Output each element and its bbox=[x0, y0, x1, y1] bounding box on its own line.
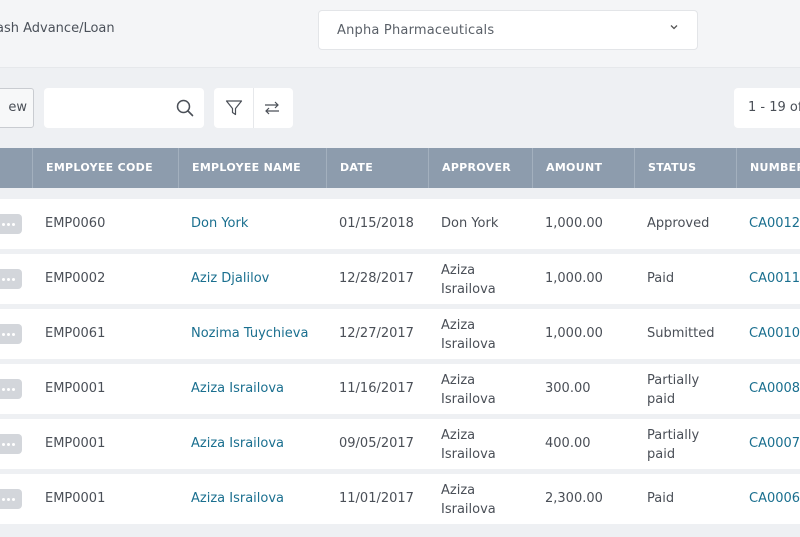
approver: Don York bbox=[441, 216, 499, 231]
toolbar-divider bbox=[253, 88, 254, 128]
amount: 1,000.00 bbox=[545, 326, 603, 341]
date: 12/27/2017 bbox=[339, 326, 414, 341]
search-box bbox=[44, 88, 204, 128]
table-row[interactable]: EMP0001 Aziza Israilova 11/16/2017 Aziza… bbox=[0, 364, 800, 414]
table-row[interactable]: EMP0002 Aziz Djalilov 12/28/2017 Aziza I… bbox=[0, 254, 800, 304]
employee-code: EMP0001 bbox=[45, 491, 106, 506]
company-select[interactable]: Anpha Pharmaceuticals bbox=[318, 10, 698, 50]
new-button[interactable]: ew bbox=[0, 88, 34, 128]
column-amount[interactable]: AMOUNT bbox=[532, 148, 634, 188]
employee-code: EMP0001 bbox=[45, 381, 106, 396]
date: 09/05/2017 bbox=[339, 436, 414, 451]
table-header: EMPLOYEE CODE EMPLOYEE NAME DATE APPROVE… bbox=[0, 148, 800, 188]
employee-name-link[interactable]: Don York bbox=[191, 216, 248, 231]
swap-icon[interactable] bbox=[263, 99, 281, 117]
date: 01/15/2018 bbox=[339, 216, 414, 231]
date: 11/16/2017 bbox=[339, 381, 414, 396]
date: 11/01/2017 bbox=[339, 491, 414, 506]
employee-code: EMP0061 bbox=[45, 326, 106, 341]
employee-name-link[interactable]: Aziza Israilova bbox=[191, 491, 284, 506]
row-menu-button[interactable] bbox=[0, 269, 22, 289]
toolbar: ew 1 - 19 of 1 bbox=[0, 68, 800, 148]
amount: 2,300.00 bbox=[545, 491, 603, 506]
status: Submitted bbox=[647, 326, 715, 341]
row-menu-button[interactable] bbox=[0, 489, 22, 509]
approver: Aziza Israilova bbox=[441, 263, 496, 297]
employee-code: EMP0002 bbox=[45, 271, 106, 286]
date: 12/28/2017 bbox=[339, 271, 414, 286]
number-link[interactable]: CA0008 bbox=[749, 381, 800, 396]
table-row[interactable]: EMP0001 Aziza Israilova 09/05/2017 Aziza… bbox=[0, 419, 800, 469]
column-employee-name[interactable]: EMPLOYEE NAME bbox=[178, 148, 326, 188]
row-menu-button[interactable] bbox=[0, 214, 22, 234]
employee-name-link[interactable]: Nozima Tuychieva bbox=[191, 326, 308, 341]
amount: 300.00 bbox=[545, 381, 591, 396]
column-status[interactable]: STATUS bbox=[634, 148, 736, 188]
amount: 400.00 bbox=[545, 436, 591, 451]
employee-code: EMP0060 bbox=[45, 216, 106, 231]
pagination-text: 1 - 19 of 1 bbox=[748, 100, 800, 115]
row-menu-button[interactable] bbox=[0, 324, 22, 344]
company-select-value: Anpha Pharmaceuticals bbox=[337, 23, 495, 38]
column-number[interactable]: NUMBER bbox=[736, 148, 800, 188]
amount: 1,000.00 bbox=[545, 216, 603, 231]
approver: Aziza Israilova bbox=[441, 428, 496, 462]
table-row[interactable]: EMP0001 Aziza Israilova 11/01/2017 Aziza… bbox=[0, 474, 800, 524]
employee-name-link[interactable]: Aziz Djalilov bbox=[191, 271, 269, 286]
status: Approved bbox=[647, 216, 710, 231]
table-row[interactable]: EMP0061 Nozima Tuychieva 12/27/2017 Aziz… bbox=[0, 309, 800, 359]
search-icon[interactable] bbox=[176, 99, 194, 117]
list-tools bbox=[214, 88, 293, 128]
status: Paid bbox=[647, 271, 675, 286]
number-link[interactable]: CA0012 bbox=[749, 216, 800, 231]
status: Partially paid bbox=[647, 373, 700, 407]
row-menu-button[interactable] bbox=[0, 379, 22, 399]
number-link[interactable]: CA0010 bbox=[749, 326, 800, 341]
column-date[interactable]: DATE bbox=[326, 148, 428, 188]
status: Partially paid bbox=[647, 428, 700, 462]
approver: Aziza Israilova bbox=[441, 373, 496, 407]
approver: Aziza Israilova bbox=[441, 318, 496, 352]
page-title: ash Advance/Loan bbox=[0, 21, 115, 36]
amount: 1,000.00 bbox=[545, 271, 603, 286]
employee-code: EMP0001 bbox=[45, 436, 106, 451]
search-input[interactable] bbox=[54, 98, 164, 118]
row-menu-button[interactable] bbox=[0, 434, 22, 454]
new-button-label: ew bbox=[8, 100, 27, 115]
employee-name-link[interactable]: Aziza Israilova bbox=[191, 381, 284, 396]
number-link[interactable]: CA0011 bbox=[749, 271, 800, 286]
number-link[interactable]: CA0006 bbox=[749, 491, 800, 506]
column-approver[interactable]: APPROVER bbox=[428, 148, 532, 188]
pagination-info: 1 - 19 of 1 bbox=[734, 88, 800, 128]
employee-name-link[interactable]: Aziza Israilova bbox=[191, 436, 284, 451]
approver: Aziza Israilova bbox=[441, 483, 496, 517]
filter-icon[interactable] bbox=[225, 99, 243, 117]
top-bar: ash Advance/Loan Anpha Pharmaceuticals bbox=[0, 0, 800, 68]
chevron-down-icon bbox=[670, 25, 678, 30]
column-employee-code[interactable]: EMPLOYEE CODE bbox=[32, 148, 178, 188]
status: Paid bbox=[647, 491, 675, 506]
number-link[interactable]: CA0007 bbox=[749, 436, 800, 451]
table-row[interactable]: EMP0060 Don York 01/15/2018 Don York 1,0… bbox=[0, 199, 800, 249]
